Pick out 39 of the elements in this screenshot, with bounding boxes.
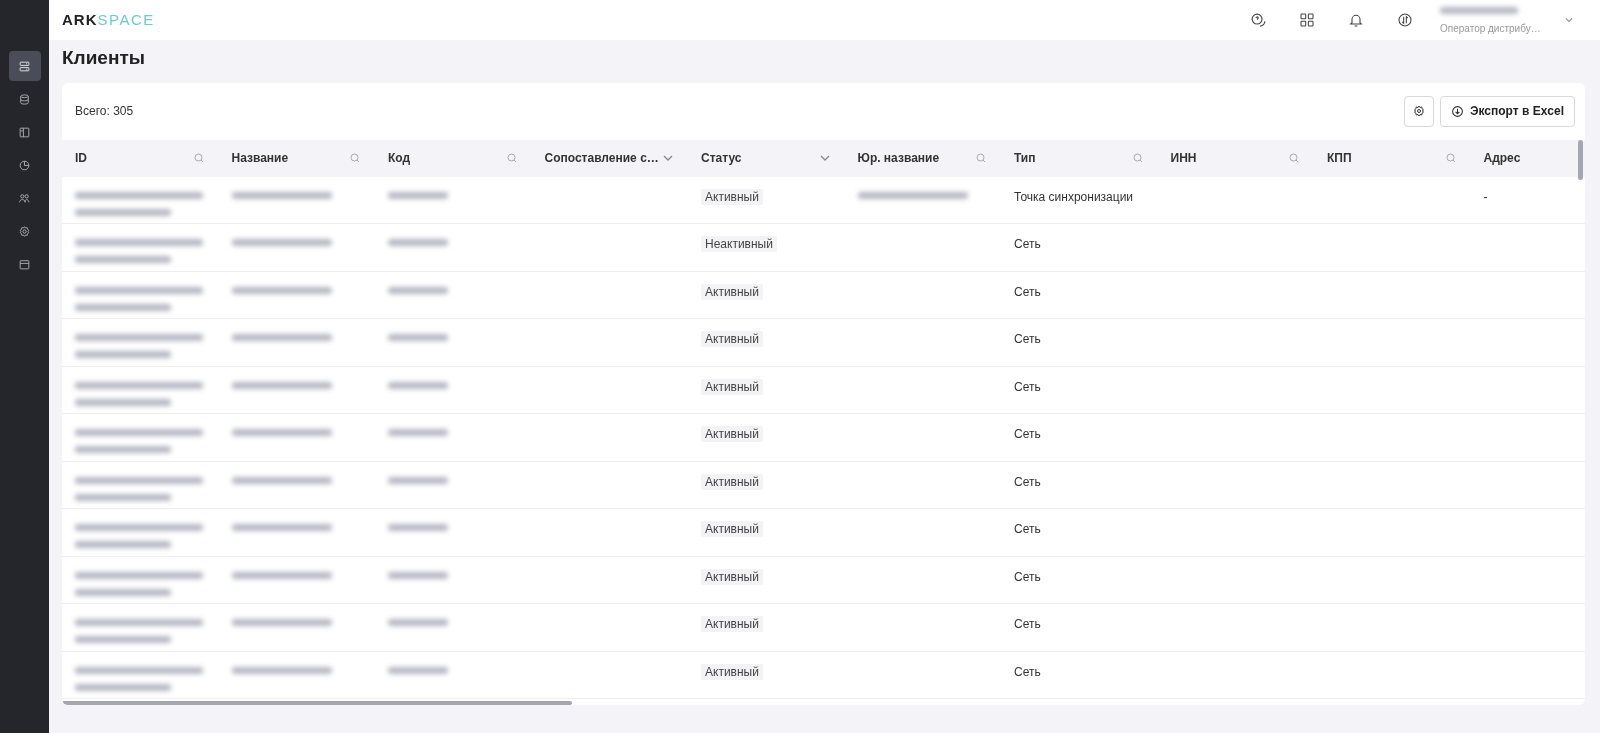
status-badge: Неактивный	[701, 236, 777, 252]
status-badge: Активный	[701, 426, 763, 442]
table-cell: Сеть	[1014, 427, 1041, 441]
table-cell: Точка синхронизации	[1014, 189, 1134, 204]
column-header: Название	[231, 150, 289, 167]
table-cell: -	[1483, 189, 1488, 204]
table-cell: Сеть	[1014, 474, 1041, 489]
column-header: Тип	[1014, 150, 1036, 167]
column-header: Сопоставление с…	[544, 150, 659, 167]
table-cell: Сеть	[1014, 332, 1041, 346]
status-badge: Активный	[701, 616, 763, 632]
column-header: Адрес	[1483, 150, 1521, 167]
table-cell: Сеть	[1014, 664, 1041, 679]
table-cell: Сеть	[1014, 522, 1041, 536]
export-excel-button[interactable]: Экспорт в Excel	[1439, 95, 1575, 127]
table-cell: Сеть	[1014, 237, 1041, 251]
column-header: Код	[388, 150, 411, 167]
table-cell: Сеть	[1014, 569, 1041, 584]
status-badge: Активный	[701, 473, 763, 490]
column-header: ID	[75, 150, 87, 167]
column-header: Статус	[701, 150, 742, 167]
table-cell: Сеть	[1014, 284, 1041, 299]
column-header: Юр. название	[857, 150, 940, 167]
table-cell: Сеть	[1014, 617, 1041, 631]
column-header: КПП	[1327, 150, 1352, 167]
status-badge: Активный	[701, 568, 763, 585]
logo-text: ARK	[62, 9, 98, 30]
column-header: ИНН	[1170, 150, 1197, 167]
status-badge: Активный	[701, 663, 763, 680]
table-cell: Сеть	[1014, 379, 1041, 394]
status-badge: Активный	[701, 378, 763, 395]
logo-text: SPACE	[97, 9, 155, 30]
status-badge: Активный	[701, 188, 763, 205]
total-count: Всего: 305	[75, 103, 134, 120]
status-badge: Активный	[701, 283, 763, 300]
status-badge: Активный	[701, 331, 763, 347]
user-role: Оператор дистрибу…	[1440, 22, 1541, 36]
status-badge: Активный	[701, 521, 763, 537]
page-title: Клиенты	[62, 46, 146, 70]
